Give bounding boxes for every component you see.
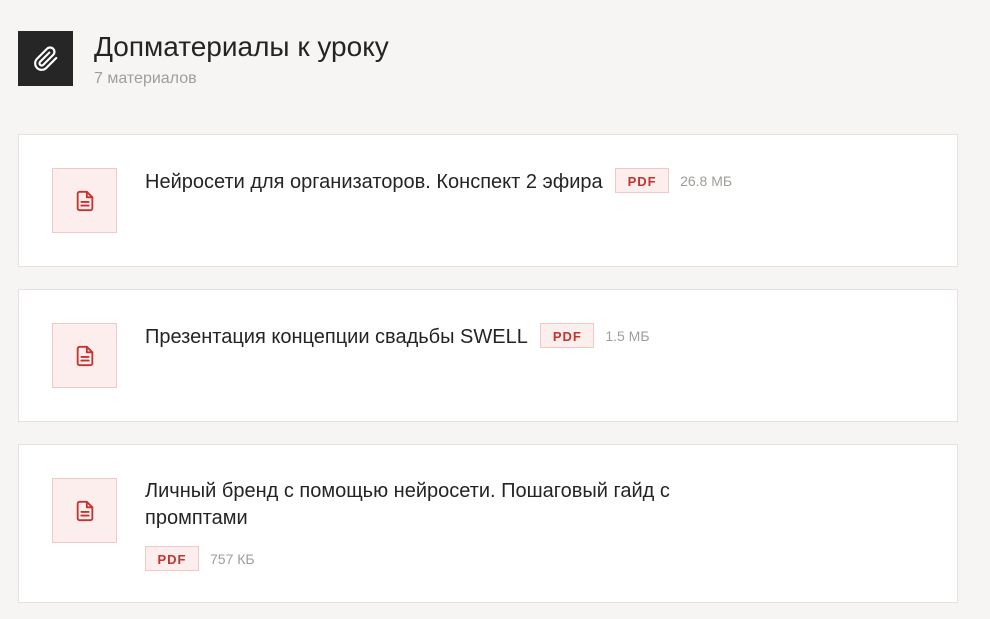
file-type-badge: PDF bbox=[615, 168, 670, 193]
file-type-badge: PDF bbox=[145, 546, 199, 571]
material-meta: PDF 1.5 МБ bbox=[540, 323, 650, 348]
file-type-badge: PDF bbox=[540, 323, 595, 348]
document-icon[interactable] bbox=[52, 323, 117, 388]
document-icon[interactable] bbox=[52, 168, 117, 233]
materials-count: 7 материалов bbox=[94, 70, 197, 87]
file-size: 757 КБ bbox=[210, 550, 255, 567]
material-title[interactable]: Презентация концепции свадьбы SWELL bbox=[145, 326, 528, 348]
materials-header: Допматериалы к уроку 7 материалов bbox=[18, 31, 958, 91]
material-meta: PDF 26.8 МБ bbox=[615, 168, 732, 193]
material-title[interactable]: Нейросети для организаторов. Конспект 2 … bbox=[145, 171, 603, 193]
file-size: 26.8 МБ bbox=[680, 172, 733, 189]
paperclip-icon bbox=[18, 31, 73, 86]
material-card[interactable]: Личный бренд с помощью нейросети. Пошаго… bbox=[18, 444, 958, 603]
material-card[interactable]: Презентация концепции свадьбы SWELL PDF … bbox=[18, 289, 958, 422]
material-title[interactable]: Личный бренд с помощью нейросети. Пошаго… bbox=[145, 478, 725, 532]
material-meta: PDF 757 КБ bbox=[145, 546, 725, 571]
material-card[interactable]: Нейросети для организаторов. Конспект 2 … bbox=[18, 134, 958, 267]
document-icon[interactable] bbox=[52, 478, 117, 543]
page-title: Допматериалы к уроку bbox=[94, 31, 389, 62]
file-size: 1.5 МБ bbox=[605, 327, 650, 344]
